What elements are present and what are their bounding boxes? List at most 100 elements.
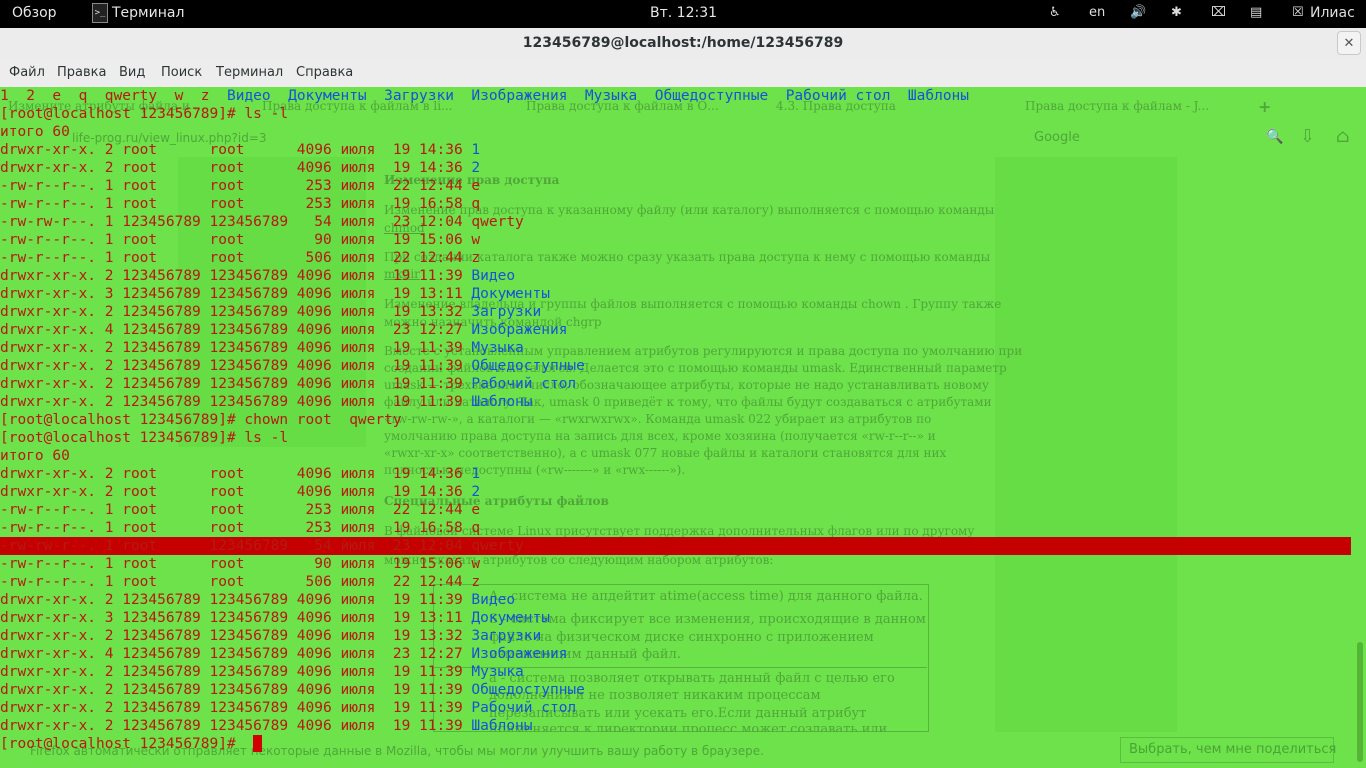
listing-attrs: drwxr-xr-x. 2 root root 4096 июля 19 14:… [0, 484, 472, 500]
listing-attrs: -rw-r--r--. 1 root root 253 июля 22 12:4… [0, 502, 472, 518]
listing-row: drwxr-xr-x. 2 123456789 123456789 4096 и… [0, 663, 524, 681]
bg-right-panel [995, 157, 1177, 732]
menu-search[interactable]: Поиск [161, 65, 202, 80]
accessibility-icon[interactable]: ♿ [1049, 5, 1061, 20]
listing-filename: Музыка [471, 340, 524, 356]
volume-icon[interactable]: 🔊 [1130, 5, 1146, 20]
bg-share-button: Выбрать, чем мне поделиться [1120, 737, 1336, 763]
scrollbar-thumb[interactable] [1357, 642, 1363, 762]
text-cursor [253, 735, 262, 752]
listing-filename: Общедоступные [471, 682, 585, 698]
top-panel: Обзор >_ Терминал Вт. 12:31 ♿ en 🔊 ✱ ⌧ ▤… [0, 0, 1366, 28]
listing-filename: qwerty [471, 214, 524, 230]
listing-attrs: drwxr-xr-x. 2 123456789 123456789 4096 и… [0, 268, 472, 284]
listing-row: drwxr-xr-x. 2 123456789 123456789 4096 и… [0, 303, 541, 321]
bg-text: «rwxr-xr-x» соответственно), а с umask 0… [384, 446, 947, 460]
listing-filename: Общедоступные [471, 358, 585, 374]
menu-terminal[interactable]: Терминал [216, 65, 283, 80]
scrollbar[interactable] [1354, 87, 1366, 768]
listing-attrs: drwxr-xr-x. 3 123456789 123456789 4096 и… [0, 610, 472, 626]
listing-filename: Изображения [471, 646, 568, 662]
listing-attrs: -rw-rw-r--. 1 root 123456789 54 июля 23 … [0, 538, 472, 554]
app-menu-button[interactable]: Терминал [112, 5, 184, 21]
clock[interactable]: Вт. 12:31 [650, 5, 717, 21]
bg-home-icon: ⌂ [1336, 126, 1350, 147]
bg-text: «rw-rw-rw-», а каталоги — «rwxrwxrwx». К… [384, 412, 932, 426]
listing-filename: w [471, 556, 481, 572]
close-button[interactable]: ✕ [1337, 31, 1361, 55]
listing-attrs: drwxr-xr-x. 2 123456789 123456789 4096 и… [0, 376, 472, 392]
listing-filename: q [471, 520, 481, 536]
listing-row: drwxr-xr-x. 2 123456789 123456789 4096 и… [0, 681, 585, 699]
user-icon[interactable]: ☒ [1292, 5, 1304, 20]
listing-filename: 1 [471, 142, 481, 158]
menu-view[interactable]: Вид [119, 65, 145, 80]
bluetooth-icon[interactable]: ✱ [1171, 5, 1182, 20]
user-menu[interactable]: Илиас [1310, 5, 1355, 21]
bg-text: файле на физическом диске синхронно с пр… [489, 630, 874, 645]
menu-edit[interactable]: Правка [57, 65, 106, 80]
listing-row: drwxr-xr-x. 2 123456789 123456789 4096 и… [0, 393, 533, 411]
menu-help[interactable]: Справка [296, 65, 353, 80]
listing-row: -rw-r--r--. 1 root root 253 июля 19 16:5… [0, 195, 480, 213]
listing-row: -rw-r--r--. 1 root root 506 июля 22 12:4… [0, 573, 480, 591]
listing-filename: Видео [471, 268, 516, 284]
ls-output-row: 1 2 e q qwerty w z Видео Документы Загру… [0, 87, 969, 105]
menu-file[interactable]: Файл [9, 65, 45, 80]
listing-filename: Загрузки [471, 304, 542, 320]
listing-attrs: drwxr-xr-x. 2 123456789 123456789 4096 и… [0, 628, 472, 644]
listing-row: drwxr-xr-x. 2 123456789 123456789 4096 и… [0, 375, 576, 393]
listing-attrs: -rw-r--r--. 1 root root 253 июля 22 12:4… [0, 178, 472, 194]
network-icon[interactable]: ⌧ [1211, 5, 1226, 20]
listing-attrs: drwxr-xr-x. 2 123456789 123456789 4096 и… [0, 592, 472, 608]
listing-filename: Рабочий стол [471, 700, 577, 716]
listing-row: -rw-rw-r--. 1 root 123456789 54 июля 23 … [0, 537, 1351, 555]
listing-row: -rw-r--r--. 1 root root 506 июля 22 12:4… [0, 249, 480, 267]
bg-search-icon: 🔍 [1266, 129, 1284, 145]
listing-row: -rw-r--r--. 1 root root 253 июля 19 16:5… [0, 519, 480, 537]
listing-row: drwxr-xr-x. 2 root root 4096 июля 19 14:… [0, 483, 480, 501]
prompt-line: [root@localhost 123456789]# ls -l [0, 430, 289, 446]
listing-row: drwxr-xr-x. 2 123456789 123456789 4096 и… [0, 357, 585, 375]
listing-row: drwxr-xr-x. 2 123456789 123456789 4096 и… [0, 627, 541, 645]
listing-row: drwxr-xr-x. 3 123456789 123456789 4096 и… [0, 609, 550, 627]
listing-row: drwxr-xr-x. 2 123456789 123456789 4096 и… [0, 699, 576, 717]
listing-row: drwxr-xr-x. 2 root root 4096 июля 19 14:… [0, 465, 480, 483]
listing-row: drwxr-xr-x. 4 123456789 123456789 4096 и… [0, 645, 567, 663]
prompt-line: [root@localhost 123456789]# [0, 736, 245, 752]
listing-filename: Рабочий стол [471, 376, 577, 392]
listing-attrs: -rw-r--r--. 1 root root 90 июля 19 15:06 [0, 232, 472, 248]
activities-button[interactable]: Обзор [12, 5, 57, 21]
prompt-line: [root@localhost 123456789]# chown root q… [0, 412, 402, 428]
bg-search: Google [1034, 130, 1080, 145]
listing-filename: Документы [471, 610, 550, 626]
listing-filename: Музыка [471, 664, 524, 680]
listing-row: drwxr-xr-x. 4 123456789 123456789 4096 и… [0, 321, 567, 339]
listing-filename: Видео [471, 592, 516, 608]
ls-dirs: Видео Документы Загрузки Изображения Муз… [226, 88, 970, 104]
listing-row: -rw-r--r--. 1 root root 253 июля 22 12:4… [0, 177, 480, 195]
listing-attrs: drwxr-xr-x. 4 123456789 123456789 4096 и… [0, 646, 472, 662]
listing-filename: 2 [471, 160, 481, 176]
bg-tab-5: Права доступа к файлам - J... [1025, 99, 1210, 113]
listing-filename: Документы [471, 286, 550, 302]
listing-row: -rw-rw-r--. 1 123456789 123456789 54 июл… [0, 213, 524, 231]
bg-text: S - система фиксирует все изменения, про… [489, 612, 926, 627]
listing-attrs: -rw-r--r--. 1 root root 506 июля 22 12:4… [0, 250, 472, 266]
listing-attrs: -rw-r--r--. 1 root root 90 июля 19 15:06 [0, 556, 472, 572]
listing-row: drwxr-xr-x. 2 123456789 123456789 4096 и… [0, 339, 524, 357]
bg-download-icon: ⇩ [1300, 126, 1316, 147]
listing-filename: 2 [471, 484, 481, 500]
listing-attrs: drwxr-xr-x. 2 123456789 123456789 4096 и… [0, 394, 472, 410]
listing-row: drwxr-xr-x. 2 123456789 123456789 4096 и… [0, 591, 515, 609]
listing-row: -rw-r--r--. 1 root root 253 июля 22 12:4… [0, 501, 480, 519]
clipboard-icon[interactable]: ▤ [1250, 5, 1262, 20]
bg-new-tab-icon: + [1258, 97, 1272, 116]
listing-attrs: drwxr-xr-x. 2 123456789 123456789 4096 и… [0, 340, 472, 356]
keyboard-layout-indicator[interactable]: en [1089, 5, 1105, 20]
window-titlebar[interactable]: 123456789@localhost:/home/123456789 ✕ [0, 28, 1366, 60]
listing-attrs: -rw-r--r--. 1 root root 253 июля 19 16:5… [0, 520, 472, 536]
terminal-app-icon: >_ [92, 3, 108, 23]
listing-attrs: drwxr-xr-x. 2 123456789 123456789 4096 и… [0, 664, 472, 680]
menu-bar: Файл Правка Вид Поиск Терминал Справка [0, 60, 1366, 87]
